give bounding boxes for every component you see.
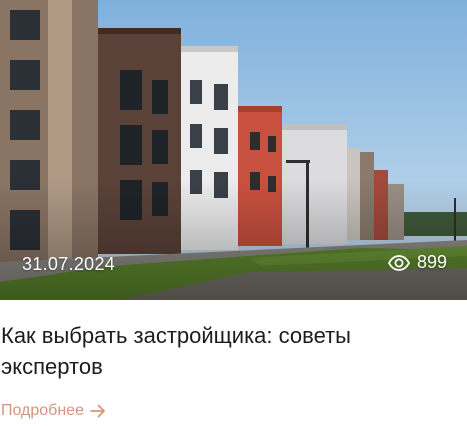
- arrow-right-icon: [90, 404, 106, 418]
- more-link[interactable]: Подробнее: [1, 402, 106, 420]
- publish-date: 31.07.2024: [22, 254, 116, 274]
- eye-icon: [387, 254, 410, 271]
- news-photo[interactable]: 31.07.2024 899: [0, 0, 467, 300]
- views-counter: 899: [387, 252, 447, 273]
- more-link-label: Подробнее: [1, 402, 84, 419]
- views-count: 899: [416, 252, 447, 272]
- news-title[interactable]: Как выбрать застройщика: советы эксперто…: [1, 320, 441, 382]
- news-card[interactable]: 31.07.2024 899 Как выбрать застройщика: …: [0, 0, 467, 426]
